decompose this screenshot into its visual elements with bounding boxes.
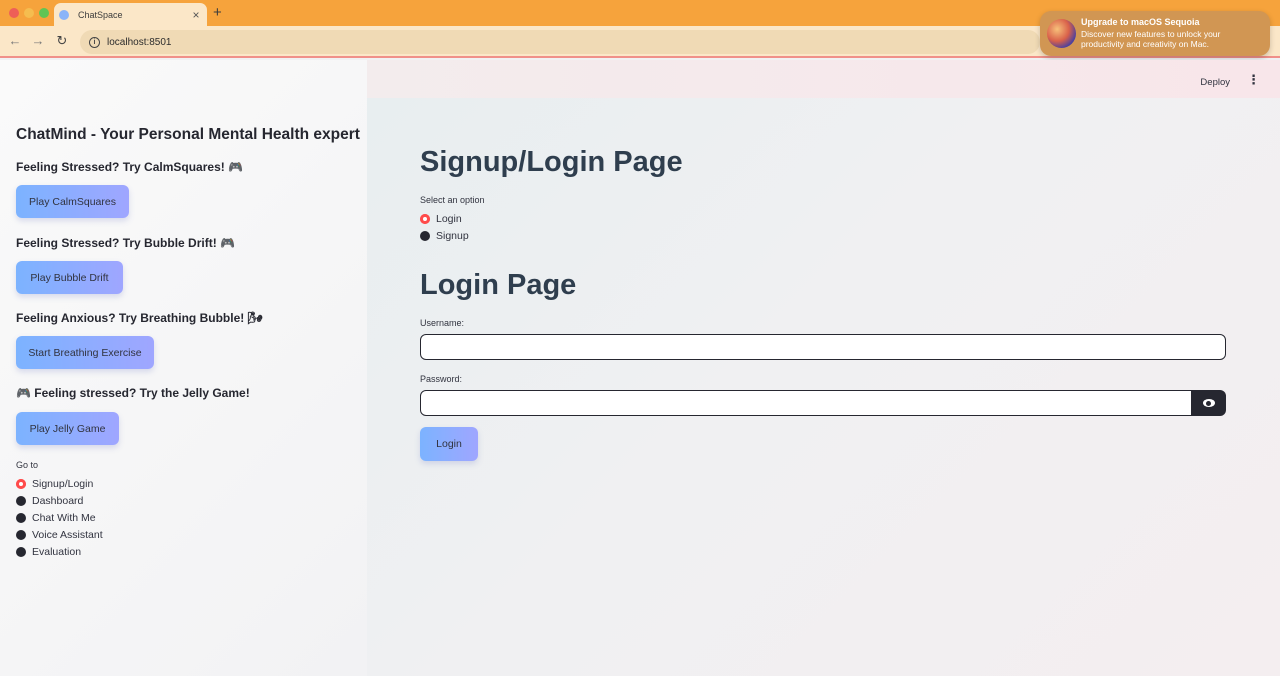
deploy-button[interactable]: Deploy (1194, 74, 1236, 91)
sidebar: ChatMind - Your Personal Mental Health e… (0, 60, 367, 676)
login-button[interactable]: Login (420, 427, 478, 461)
option-label-login: Login (436, 213, 462, 225)
app-header: Deploy ⋮ (367, 60, 1280, 98)
macos-sequoia-icon (1047, 19, 1076, 48)
nav-option-evaluation[interactable]: Evaluation (16, 546, 81, 558)
nav-option-chat-with-me[interactable]: Chat With Me (16, 512, 96, 524)
show-password-button[interactable] (1191, 390, 1226, 416)
favicon-icon (59, 9, 69, 20)
page-title: Signup/Login Page (420, 146, 683, 178)
nav-option-label: Dashboard (32, 495, 84, 507)
window-zoom-button[interactable] (39, 8, 49, 18)
site-info-icon[interactable]: i (89, 36, 100, 48)
radio-icon (420, 231, 430, 241)
new-tab-icon[interactable]: + (213, 3, 222, 23)
address-bar[interactable]: i localhost:8501 (80, 30, 1040, 54)
nav-option-label: Chat With Me (32, 512, 96, 524)
option-signup[interactable]: Signup (420, 230, 469, 242)
notification-title: Upgrade to macOS Sequoia (1081, 17, 1200, 27)
play-bubble-drift-button[interactable]: Play Bubble Drift (16, 261, 123, 294)
browser-tab[interactable]: ChatSpace × (54, 3, 207, 26)
url-text: localhost:8501 (107, 36, 172, 48)
reload-icon[interactable]: ↻ (54, 33, 70, 49)
macos-notification[interactable]: Upgrade to macOS Sequoia Discover new fe… (1040, 11, 1270, 56)
nav-option-label: Signup/Login (32, 478, 94, 490)
main-menu-icon[interactable]: ⋮ (1247, 72, 1260, 88)
play-calmsquares-button[interactable]: Play CalmSquares (16, 185, 129, 218)
password-label: Password: (420, 374, 463, 384)
main-content: Signup/Login Page Select an option Login… (367, 98, 1280, 676)
back-arrow-icon[interactable]: ← (7, 33, 23, 48)
window-minimize-button[interactable] (24, 8, 34, 18)
play-jelly-game-button[interactable]: Play Jelly Game (16, 412, 119, 445)
calmsquares-heading: Feeling Stressed? Try CalmSquares! 🎮 (16, 160, 244, 174)
radio-selected-icon (16, 479, 26, 489)
nav-option-voice-assistant[interactable]: Voice Assistant (16, 529, 103, 541)
nav-option-signup-login[interactable]: Signup/Login (16, 478, 93, 490)
tab-title: ChatSpace (78, 9, 123, 20)
notification-body: Discover new features to unlock your pro… (1081, 29, 1221, 49)
forward-arrow-icon[interactable]: → (30, 33, 46, 48)
bubble-drift-heading: Feeling Stressed? Try Bubble Drift! 🎮 (16, 236, 235, 250)
section-title: Login Page (420, 269, 577, 301)
option-login[interactable]: Login (420, 213, 462, 225)
goto-label: Go to (16, 460, 39, 470)
radio-icon (16, 496, 26, 506)
radio-icon (16, 513, 26, 523)
sidebar-title: ChatMind - Your Personal Mental Health e… (16, 126, 360, 143)
username-input[interactable] (420, 334, 1226, 360)
radio-selected-icon (420, 214, 430, 224)
nav-option-dashboard[interactable]: Dashboard (16, 495, 83, 507)
username-label: Username: (420, 318, 465, 328)
start-breathing-exercise-button[interactable]: Start Breathing Exercise (16, 336, 154, 369)
eye-icon (1202, 399, 1215, 407)
nav-option-label: Voice Assistant (32, 529, 103, 541)
jelly-game-heading: 🎮 Feeling stressed? Try the Jelly Game! (16, 386, 250, 400)
radio-icon (16, 547, 26, 557)
radio-icon (16, 530, 26, 540)
option-label: Select an option (420, 195, 485, 205)
window-close-button[interactable] (9, 8, 19, 18)
close-tab-icon[interactable]: × (189, 8, 203, 22)
nav-option-label: Evaluation (32, 546, 82, 558)
password-input[interactable] (420, 390, 1193, 416)
option-label-signup: Signup (436, 230, 469, 242)
breathing-bubble-heading: Feeling Anxious? Try Breathing Bubble! 🌬 (16, 311, 263, 325)
